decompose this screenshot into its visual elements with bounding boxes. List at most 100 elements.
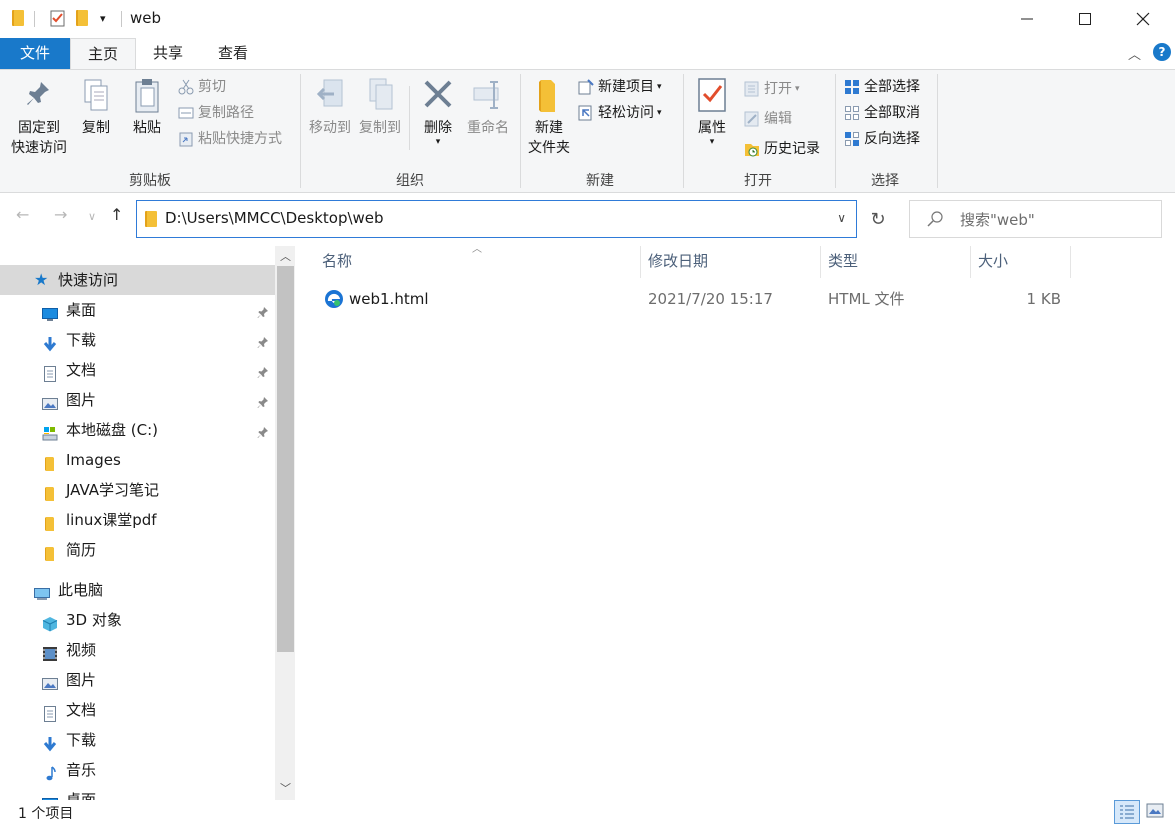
select-none-button[interactable]: 全部取消 [844, 102, 920, 124]
nav-pc-item[interactable]: 音乐 [0, 755, 275, 785]
nav-pc-item[interactable]: 下载 [0, 725, 275, 755]
nav-pc-item[interactable]: 文档 [0, 695, 275, 725]
nav-pc-item[interactable]: 3D 对象 [0, 605, 275, 635]
file-name: web1.html [349, 290, 429, 308]
nav-item[interactable]: linux课堂pdf [0, 505, 275, 535]
properties-button[interactable]: 属性 ▾ [690, 76, 734, 147]
tab-view[interactable]: 查看 [200, 38, 266, 70]
nav-item[interactable]: 桌面 [0, 295, 275, 325]
nav-item[interactable]: 下载 [0, 325, 275, 355]
column-separator[interactable] [820, 246, 821, 278]
help-icon[interactable]: ? [1153, 43, 1171, 61]
open-icon [744, 81, 760, 97]
column-separator[interactable] [1070, 246, 1071, 278]
tab-home[interactable]: 主页 [70, 38, 136, 70]
refresh-icon[interactable]: ↻ [861, 200, 895, 238]
cut-button[interactable]: 剪切 [178, 76, 226, 98]
address-path: D:\Users\MMCC\Desktop\web [165, 209, 384, 227]
nav-item[interactable]: Images [0, 445, 275, 475]
tab-file[interactable]: 文件 [0, 38, 70, 70]
nav-item[interactable]: 本地磁盘 (C:) [0, 415, 275, 445]
large-icons-view-button[interactable] [1143, 800, 1169, 824]
copy-to-button[interactable]: 复制到 [356, 76, 404, 138]
easy-access-button[interactable]: 轻松访问 ▾ [578, 102, 662, 124]
column-header-name[interactable]: 名称 [322, 246, 352, 278]
column-header-modified[interactable]: 修改日期 [648, 246, 708, 278]
nav-item[interactable]: 简历 [0, 535, 275, 565]
quick-access-dropdown-icon[interactable]: ▾ [100, 12, 106, 25]
select-all-button[interactable]: 全部选择 [844, 76, 920, 98]
copy-path-icon [178, 105, 194, 121]
copy-path-button[interactable]: 复制路径 [178, 102, 254, 124]
group-separator [683, 74, 684, 188]
column-header-size[interactable]: 大小 [978, 246, 1008, 278]
easy-access-icon [578, 105, 594, 121]
open-button[interactable]: 打开 ▾ [744, 78, 800, 100]
invert-selection-icon [844, 131, 860, 147]
select-none-icon [844, 105, 860, 121]
properties-dropdown-icon[interactable]: ▾ [690, 138, 734, 147]
nav-item-label: 桌面 [66, 301, 97, 319]
nav-quick-access[interactable]: ★ 快速访问 [0, 265, 275, 295]
edit-icon [744, 111, 760, 127]
close-button[interactable] [1114, 0, 1172, 38]
nav-item[interactable]: 文档 [0, 355, 275, 385]
delete-dropdown-icon[interactable]: ▾ [416, 138, 460, 147]
history-icon [744, 141, 760, 157]
search-box[interactable]: 搜索"web" [909, 200, 1162, 238]
pinned-icon [257, 422, 269, 438]
scroll-down-icon[interactable]: ﹀ [280, 780, 291, 796]
paste-button[interactable]: 粘贴 [126, 76, 168, 138]
column-separator[interactable] [970, 246, 971, 278]
nav-pc-item[interactable]: 桌面 [0, 785, 275, 800]
paste-icon [131, 76, 163, 114]
invert-selection-button[interactable]: 反向选择 [844, 128, 920, 150]
group-separator [835, 74, 836, 188]
address-bar[interactable]: D:\Users\MMCC\Desktop\web ∨ [136, 200, 857, 238]
history-button[interactable]: 历史记录 [744, 138, 820, 160]
scroll-up-icon[interactable]: ︿ [280, 248, 291, 264]
new-folder-button[interactable]: 新建 文件夹 [526, 76, 572, 158]
edit-button[interactable]: 编辑 [744, 108, 792, 130]
maximize-button[interactable] [1056, 0, 1114, 38]
group-separator [300, 74, 301, 188]
file-row[interactable]: web1.html 2021/7/20 15:17 HTML 文件 1 KB [310, 284, 1070, 314]
new-item-button[interactable]: 新建项目 ▾ [578, 76, 662, 98]
column-header-type[interactable]: 类型 [828, 246, 858, 278]
rename-button[interactable]: 重命名 [464, 76, 512, 138]
forward-arrow-icon[interactable]: → [54, 205, 67, 224]
nav-item-label: 简历 [66, 541, 97, 559]
details-view-button[interactable] [1114, 800, 1140, 824]
nav-this-pc[interactable]: 此电脑 [0, 575, 275, 605]
minimize-button[interactable] [998, 0, 1056, 38]
delete-button[interactable]: 删除 ▾ [416, 76, 460, 147]
move-to-button[interactable]: 移动到 [306, 76, 354, 138]
delete-label: 删除 [424, 120, 452, 136]
organize-separator [409, 86, 410, 150]
rename-icon [472, 76, 504, 114]
back-arrow-icon[interactable]: ← [16, 205, 29, 224]
ribbon: 固定到 快速访问 复制 粘贴 剪切 复制路径 粘贴快捷方式 剪贴板 移动到 复制… [0, 69, 1175, 193]
video-icon [42, 642, 58, 661]
document-icon [42, 702, 58, 722]
address-dropdown-icon[interactable]: ∨ [837, 211, 846, 225]
nav-item[interactable]: JAVA学习笔记 [0, 475, 275, 505]
delete-icon [422, 76, 454, 114]
tab-share[interactable]: 共享 [136, 38, 200, 70]
copy-icon [80, 76, 112, 114]
recent-locations-icon[interactable]: ∨ [88, 210, 96, 223]
properties-quick-icon[interactable] [50, 9, 66, 31]
nav-pc-item[interactable]: 图片 [0, 665, 275, 695]
column-separator[interactable] [640, 246, 641, 278]
copy-button[interactable]: 复制 [76, 76, 116, 138]
pin-to-quick-access-button[interactable]: 固定到 快速访问 [6, 76, 72, 158]
up-arrow-icon[interactable]: ↑ [110, 205, 123, 224]
nav-pc-item[interactable]: 视频 [0, 635, 275, 665]
new-folder-quick-icon[interactable] [76, 10, 88, 26]
copy-to-label: 复制到 [359, 120, 401, 136]
nav-item[interactable]: 图片 [0, 385, 275, 415]
nav-scroll-thumb[interactable] [277, 266, 294, 652]
paste-shortcut-button[interactable]: 粘贴快捷方式 [178, 128, 282, 150]
collapse-ribbon-icon[interactable]: ︿ [1128, 44, 1141, 63]
open-label: 打开 [764, 81, 792, 97]
